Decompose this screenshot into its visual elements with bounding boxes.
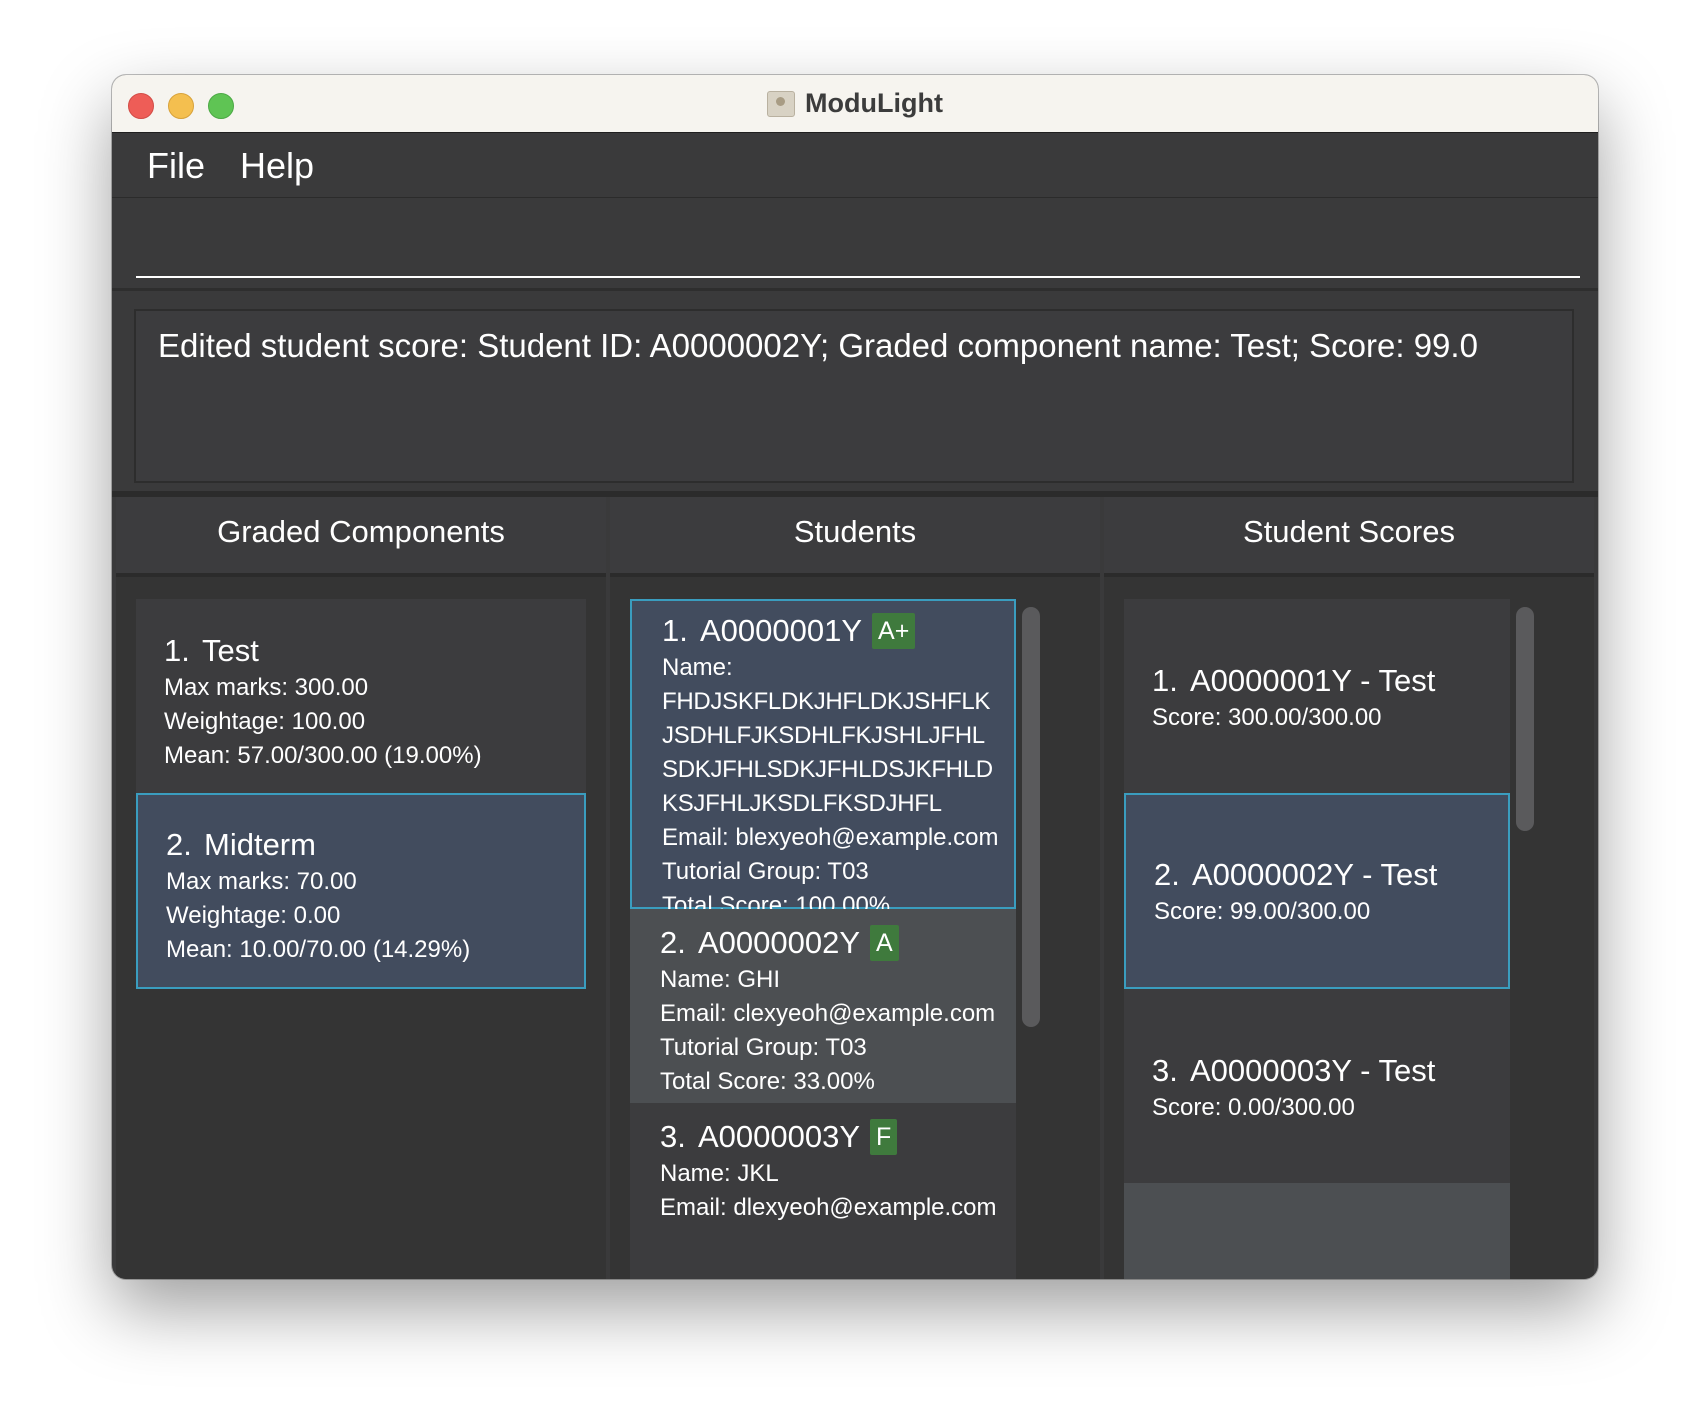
grade-badge: F bbox=[870, 1119, 898, 1155]
student-card[interactable]: 3. A0000003Y F Name: JKL Email: dlexyeoh@e… bbox=[630, 1103, 1016, 1279]
tutorial-group: Tutorial Group: T03 bbox=[662, 858, 869, 885]
students-header: Students bbox=[610, 497, 1100, 577]
max-marks: Max marks: 300.00 bbox=[164, 674, 369, 701]
student-id: A0000003Y bbox=[698, 1119, 861, 1154]
title-bar: ModuLight bbox=[112, 75, 1598, 133]
student-name: Name: JKL bbox=[660, 1160, 779, 1187]
graded-component-card[interactable]: 1. Test Max marks: 300.00 Weightage: 100.… bbox=[136, 599, 586, 793]
total-score: Total Score: 33.00% bbox=[660, 1068, 875, 1095]
command-box bbox=[112, 198, 1598, 291]
graded-components-list[interactable]: 1. Test Max marks: 300.00 Weightage: 100.… bbox=[136, 599, 586, 1279]
command-input[interactable] bbox=[136, 208, 1580, 278]
student-id: A0000001Y bbox=[700, 613, 863, 648]
window-title: ModuLight bbox=[805, 88, 943, 118]
list-index: 3. bbox=[1152, 1053, 1178, 1088]
graded-components-panel: Graded Components 1. Test Max marks: 300.… bbox=[116, 497, 606, 1279]
student-score-card[interactable]: 3. A0000003Y - Test Score: 0.00/300.00 bbox=[1124, 989, 1510, 1183]
student-score-card[interactable]: 1. A0000001Y - Test Score: 300.00/300.00 bbox=[1124, 599, 1510, 793]
student-name: Name: GHI bbox=[660, 966, 781, 993]
student-name-label: Name: bbox=[662, 654, 733, 681]
list-index: 2. bbox=[660, 925, 686, 960]
graded-components-header: Graded Components bbox=[116, 497, 606, 577]
list-index: 1. bbox=[1152, 663, 1178, 698]
score-title: A0000003Y - Test bbox=[1190, 1053, 1436, 1088]
list-index: 1. bbox=[662, 613, 688, 648]
menu-bar: File Help bbox=[112, 133, 1598, 198]
component-name: Midterm bbox=[204, 827, 316, 862]
score-title: A0000001Y - Test bbox=[1190, 663, 1436, 698]
max-marks: Max marks: 70.00 bbox=[166, 868, 357, 895]
component-name: Test bbox=[202, 633, 259, 668]
grade-badge: A+ bbox=[872, 613, 916, 649]
students-panel: Students 1. A0000001Y A+ Name: FHDJSKFLDKJ… bbox=[610, 497, 1100, 1279]
weightage: Weightage: 0.00 bbox=[166, 902, 341, 929]
student-card[interactable]: 1. A0000001Y A+ Name: FHDJSKFLDKJHFLDKJSHF… bbox=[630, 599, 1016, 919]
score-value: Score: 99.00/300.00 bbox=[1154, 898, 1371, 925]
student-scores-panel: Student Scores 1. A0000001Y - Test Score:… bbox=[1104, 497, 1594, 1279]
list-index: 1. bbox=[164, 633, 190, 668]
student-email: Email: dlexyeoh@example.com bbox=[660, 1194, 997, 1221]
student-scores-header: Student Scores bbox=[1104, 497, 1594, 577]
student-score-card[interactable]: 2. A0000002Y - Test Score: 99.00/300.00 bbox=[1124, 793, 1510, 989]
app-window: ModuLight File Help Edited student score… bbox=[112, 75, 1598, 1279]
students-list[interactable]: 1. A0000001Y A+ Name: FHDJSKFLDKJHFLDKJSHF… bbox=[630, 599, 1016, 1279]
score-title: A0000002Y - Test bbox=[1192, 857, 1438, 892]
student-id: A0000002Y bbox=[698, 925, 861, 960]
result-display: Edited student score: Student ID: A00000… bbox=[134, 309, 1574, 483]
student-scores-scrollbar[interactable] bbox=[1516, 607, 1534, 831]
list-index: 3. bbox=[660, 1119, 686, 1154]
score-value: Score: 300.00/300.00 bbox=[1152, 704, 1382, 731]
mean: Mean: 10.00/70.00 (14.29%) bbox=[166, 936, 471, 963]
student-score-card[interactable] bbox=[1124, 1183, 1510, 1279]
list-index: 2. bbox=[1154, 857, 1180, 892]
weightage: Weightage: 100.00 bbox=[164, 708, 366, 735]
grade-badge: A bbox=[870, 925, 899, 961]
tutorial-group: Tutorial Group: T03 bbox=[660, 1034, 867, 1061]
students-scrollbar[interactable] bbox=[1022, 607, 1040, 1027]
mean: Mean: 57.00/300.00 (19.00%) bbox=[164, 742, 482, 769]
graded-component-card[interactable]: 2. Midterm Max marks: 70.00 Weightage: 0.… bbox=[136, 793, 586, 989]
student-card[interactable]: 2. A0000002Y A Name: GHI Email: clexyeoh@e… bbox=[630, 909, 1016, 1103]
app-icon bbox=[767, 90, 796, 117]
menu-file[interactable]: File bbox=[147, 145, 205, 187]
result-display-area: Edited student score: Student ID: A00000… bbox=[112, 291, 1598, 491]
student-name: FHDJSKFLDKJHFLDKJSHFLKJSDHLFJKSDHLFKJSHL… bbox=[662, 688, 993, 817]
score-value: Score: 0.00/300.00 bbox=[1152, 1094, 1355, 1121]
student-email: Email: clexyeoh@example.com bbox=[660, 1000, 996, 1027]
student-email: Email: blexyeoh@example.com bbox=[662, 824, 999, 851]
student-scores-list[interactable]: 1. A0000001Y - Test Score: 300.00/300.00 … bbox=[1124, 599, 1510, 1279]
list-index: 2. bbox=[166, 827, 192, 862]
menu-help[interactable]: Help bbox=[240, 145, 314, 187]
